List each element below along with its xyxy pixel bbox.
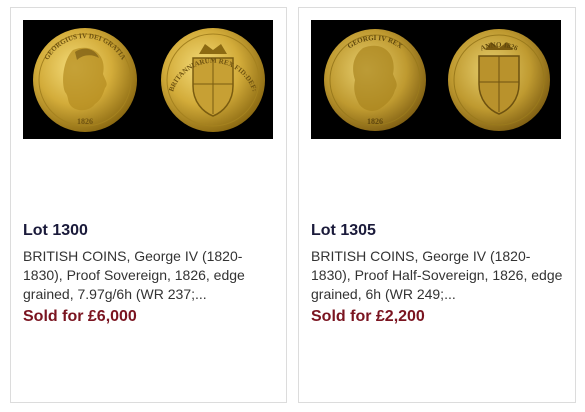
sold-prefix: Sold for xyxy=(23,308,88,325)
coin-reverse: BRITANNIARUM REX FID:DEF: xyxy=(161,28,265,132)
sold-price: Sold for £2,200 xyxy=(311,308,425,326)
lot-description: BRITISH COINS, George IV (1820-1830), Pr… xyxy=(311,248,563,302)
sold-amount: £6,000 xyxy=(87,308,137,325)
lot-number[interactable]: Lot 1300 xyxy=(23,222,88,240)
svg-text:1826: 1826 xyxy=(77,117,93,126)
coin-obverse: 1826 GEORGIUS IV DEI GRATIA xyxy=(33,28,137,132)
coin-pair-image: 1826 GEORGIUS IV DEI GRATIA BRITANNIARUM… xyxy=(23,20,273,139)
svg-text:1826: 1826 xyxy=(367,117,383,126)
lot-image-1305[interactable]: GEORGI IV REX 1826 ANNO 1826 xyxy=(311,20,561,139)
sold-prefix: Sold for xyxy=(311,308,376,325)
coin-obverse: GEORGI IV REX 1826 xyxy=(324,29,426,131)
lot-image-1300[interactable]: 1826 GEORGIUS IV DEI GRATIA BRITANNIARUM… xyxy=(23,20,273,139)
lot-description: BRITISH COINS, George IV (1820-1830), Pr… xyxy=(23,248,245,302)
coin-pair-image: GEORGI IV REX 1826 ANNO 1826 xyxy=(311,20,561,139)
lot-card-1305[interactable]: GEORGI IV REX 1826 ANNO 1826 Lot 1305 BR… xyxy=(298,7,576,403)
lot-card-1300[interactable]: 1826 GEORGIUS IV DEI GRATIA BRITANNIARUM… xyxy=(10,7,287,403)
coin-reverse: ANNO 1826 xyxy=(448,29,550,131)
lot-number[interactable]: Lot 1305 xyxy=(311,222,376,240)
sold-amount: £2,200 xyxy=(375,308,425,325)
sold-price: Sold for £6,000 xyxy=(23,308,137,326)
